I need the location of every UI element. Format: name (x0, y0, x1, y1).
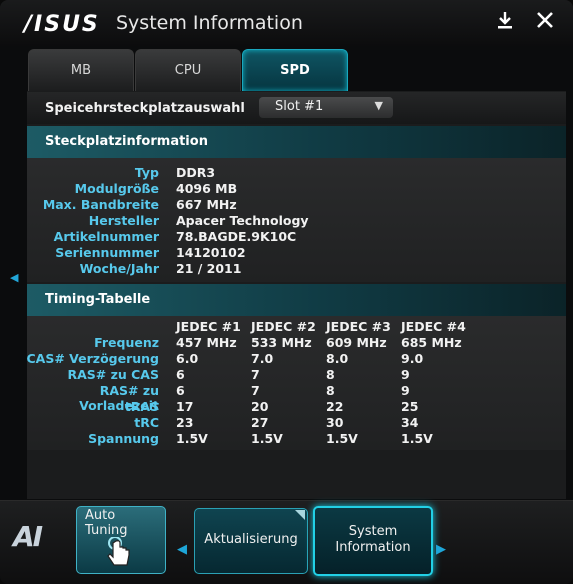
slot-info-header: Steckplatzinformation (27, 126, 566, 158)
timing-column-header: JEDEC #2 (251, 319, 316, 334)
refresh-label: Aktualisierung (204, 532, 298, 547)
slot-info-value: 78.BAGDE.9K10C (176, 229, 297, 244)
slot-info-label: Woche/Jahr (79, 261, 159, 276)
ai-suite-logo: AI (13, 520, 43, 553)
slot-info-label: Hersteller (88, 213, 159, 228)
slot-info-label: Artikelnummer (53, 229, 159, 244)
timing-cell: 25 (401, 399, 419, 414)
timing-cell: 1.5V (251, 431, 283, 446)
slot-info-heading: Steckplatzinformation (45, 134, 208, 149)
collapse-left-arrow-icon[interactable]: ◀ (10, 271, 18, 284)
timing-cell: 7.0 (251, 351, 274, 366)
system-information-window: /ISUS System Information MB CPU SPD Spei… (0, 0, 573, 584)
slot-info-value: 14120102 (176, 245, 246, 260)
timing-cell: 6 (176, 383, 185, 398)
slot-dropdown-value: Slot #1 (275, 99, 324, 114)
timing-cell: 20 (251, 399, 269, 414)
timing-cell: 30 (326, 415, 344, 430)
tab-spd[interactable]: SPD (242, 49, 348, 91)
slot-info-value: 21 / 2011 (176, 261, 242, 276)
timing-cell: 9 (401, 367, 410, 382)
timing-cell: 6 (176, 367, 185, 382)
sysinfo-line1: System (348, 524, 398, 539)
timing-column-header: JEDEC #3 (326, 319, 391, 334)
close-icon[interactable] (532, 10, 558, 36)
slot-info-label: Seriennummer (55, 245, 159, 260)
next-arrow-icon[interactable]: ▶ (436, 542, 446, 557)
timing-cell: 8 (326, 367, 335, 382)
system-information-button[interactable]: System Information (313, 506, 433, 576)
sysinfo-line2: Information (335, 540, 411, 555)
slot-dropdown[interactable]: Slot #1 ▼ (259, 97, 393, 118)
slot-selector-label: Speicehrsteckplatzauswahl (45, 101, 245, 116)
timing-row-label: tRAS (124, 399, 159, 414)
timing-cell: 9.0 (401, 351, 424, 366)
title-bar: /ISUS System Information (0, 0, 573, 46)
tab-cpu[interactable]: CPU (135, 49, 241, 91)
timing-cell: 34 (401, 415, 419, 430)
timing-cell: 609 MHz (326, 335, 387, 350)
timing-cell: 1.5V (401, 431, 433, 446)
auto-tuning-button[interactable]: Auto Tuning (76, 506, 166, 574)
download-icon[interactable] (492, 10, 518, 36)
refresh-button[interactable]: Aktualisierung (194, 508, 308, 574)
slot-info-label: Modulgröße (74, 181, 159, 196)
slot-selector-row: Speicehrsteckplatzauswahl Slot #1 ▼ (27, 92, 566, 124)
timing-cell: 9 (401, 383, 410, 398)
tab-mb[interactable]: MB (28, 49, 134, 91)
timing-cell: 533 MHz (251, 335, 312, 350)
timing-cell: 1.5V (326, 431, 358, 446)
timing-cell: 27 (251, 415, 269, 430)
auto-tuning-line2: Tuning (85, 523, 128, 538)
timing-cell: 1.5V (176, 431, 208, 446)
timing-cell: 22 (326, 399, 344, 414)
timing-cell: 8.0 (326, 351, 349, 366)
timing-row-label: RAS# zu CAS (67, 367, 159, 382)
slot-info-value: DDR3 (176, 165, 216, 180)
timing-row-label: CAS# Verzögerung (26, 351, 159, 366)
chevron-down-icon: ▼ (374, 99, 383, 112)
slot-info-value: Apacer Technology (176, 213, 309, 228)
timing-cell: 7 (251, 367, 260, 382)
timing-cell: 17 (176, 399, 194, 414)
timing-cell: 685 MHz (401, 335, 462, 350)
window-title: System Information (116, 12, 303, 34)
slot-info-value: 667 MHz (176, 197, 237, 212)
timing-cell: 23 (176, 415, 194, 430)
timing-column-header: JEDEC #4 (401, 319, 466, 334)
timing-cell: 7 (251, 383, 260, 398)
timing-table-heading: Timing-Tabelle (45, 292, 151, 307)
slot-info-label: Max. Bandbreite (42, 197, 159, 212)
timing-cell: 6.0 (176, 351, 199, 366)
timing-cell: 457 MHz (176, 335, 237, 350)
slot-info-label: Typ (134, 165, 159, 180)
timing-table-header: Timing-Tabelle (27, 284, 566, 316)
prev-arrow-icon[interactable]: ◀ (177, 542, 187, 557)
timing-row-label: Frequenz (94, 335, 159, 350)
auto-tuning-line1: Auto (85, 508, 116, 523)
timing-column-header: JEDEC #1 (176, 319, 241, 334)
hand-pointer-icon (105, 536, 133, 567)
asus-logo: /ISUS (24, 12, 100, 37)
timing-cell: 8 (326, 383, 335, 398)
corner-fold-icon (295, 510, 305, 520)
slot-info-value: 4096 MB (176, 181, 238, 196)
timing-row-label: tRC (134, 415, 159, 430)
timing-row-label: Spannung (88, 431, 159, 446)
